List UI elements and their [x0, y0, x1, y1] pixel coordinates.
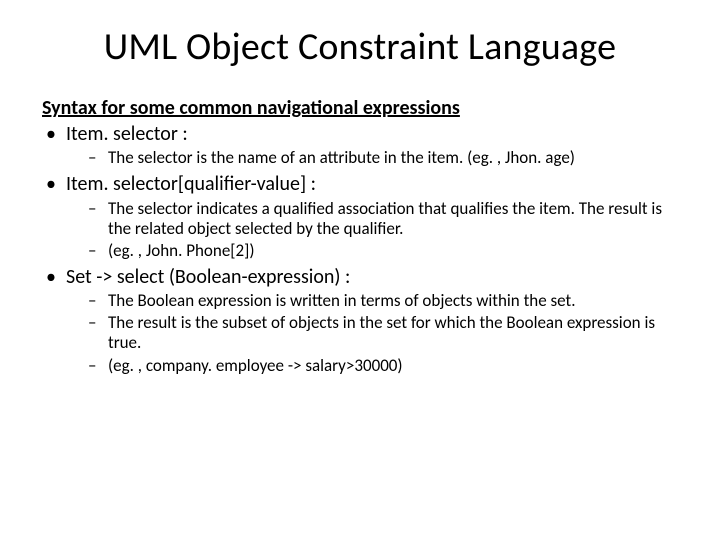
- list-item-label: Set -> select (Boolean-expression) :: [66, 265, 350, 289]
- list-item-label: Item. selector[qualifier-value] :: [66, 172, 316, 196]
- slide: UML Object Constraint Language Syntax fo…: [0, 0, 720, 540]
- sub-list: The selector is the name of an attribute…: [66, 148, 680, 168]
- sub-list-item: (eg. , John. Phone[2]): [88, 241, 680, 261]
- sub-list-item: The Boolean expression is written in ter…: [88, 291, 680, 311]
- sub-list-item: (eg. , company. employee -> salary>30000…: [88, 356, 680, 376]
- list-item-label: Item. selector :: [66, 122, 188, 146]
- list-item: Set -> select (Boolean-expression) : The…: [42, 265, 680, 376]
- sub-list-item: The result is the subset of objects in t…: [88, 313, 680, 353]
- sub-list: The selector indicates a qualified assoc…: [66, 199, 680, 261]
- bullet-list: Item. selector : The selector is the nam…: [40, 122, 680, 376]
- list-item: Item. selector[qualifier-value] : The se…: [42, 172, 680, 261]
- list-item: Item. selector : The selector is the nam…: [42, 122, 680, 168]
- sub-list-item: The selector is the name of an attribute…: [88, 148, 680, 168]
- page-title: UML Object Constraint Language: [40, 24, 680, 70]
- section-heading: Syntax for some common navigational expr…: [42, 96, 680, 120]
- sub-list: The Boolean expression is written in ter…: [66, 291, 680, 375]
- sub-list-item: The selector indicates a qualified assoc…: [88, 199, 680, 239]
